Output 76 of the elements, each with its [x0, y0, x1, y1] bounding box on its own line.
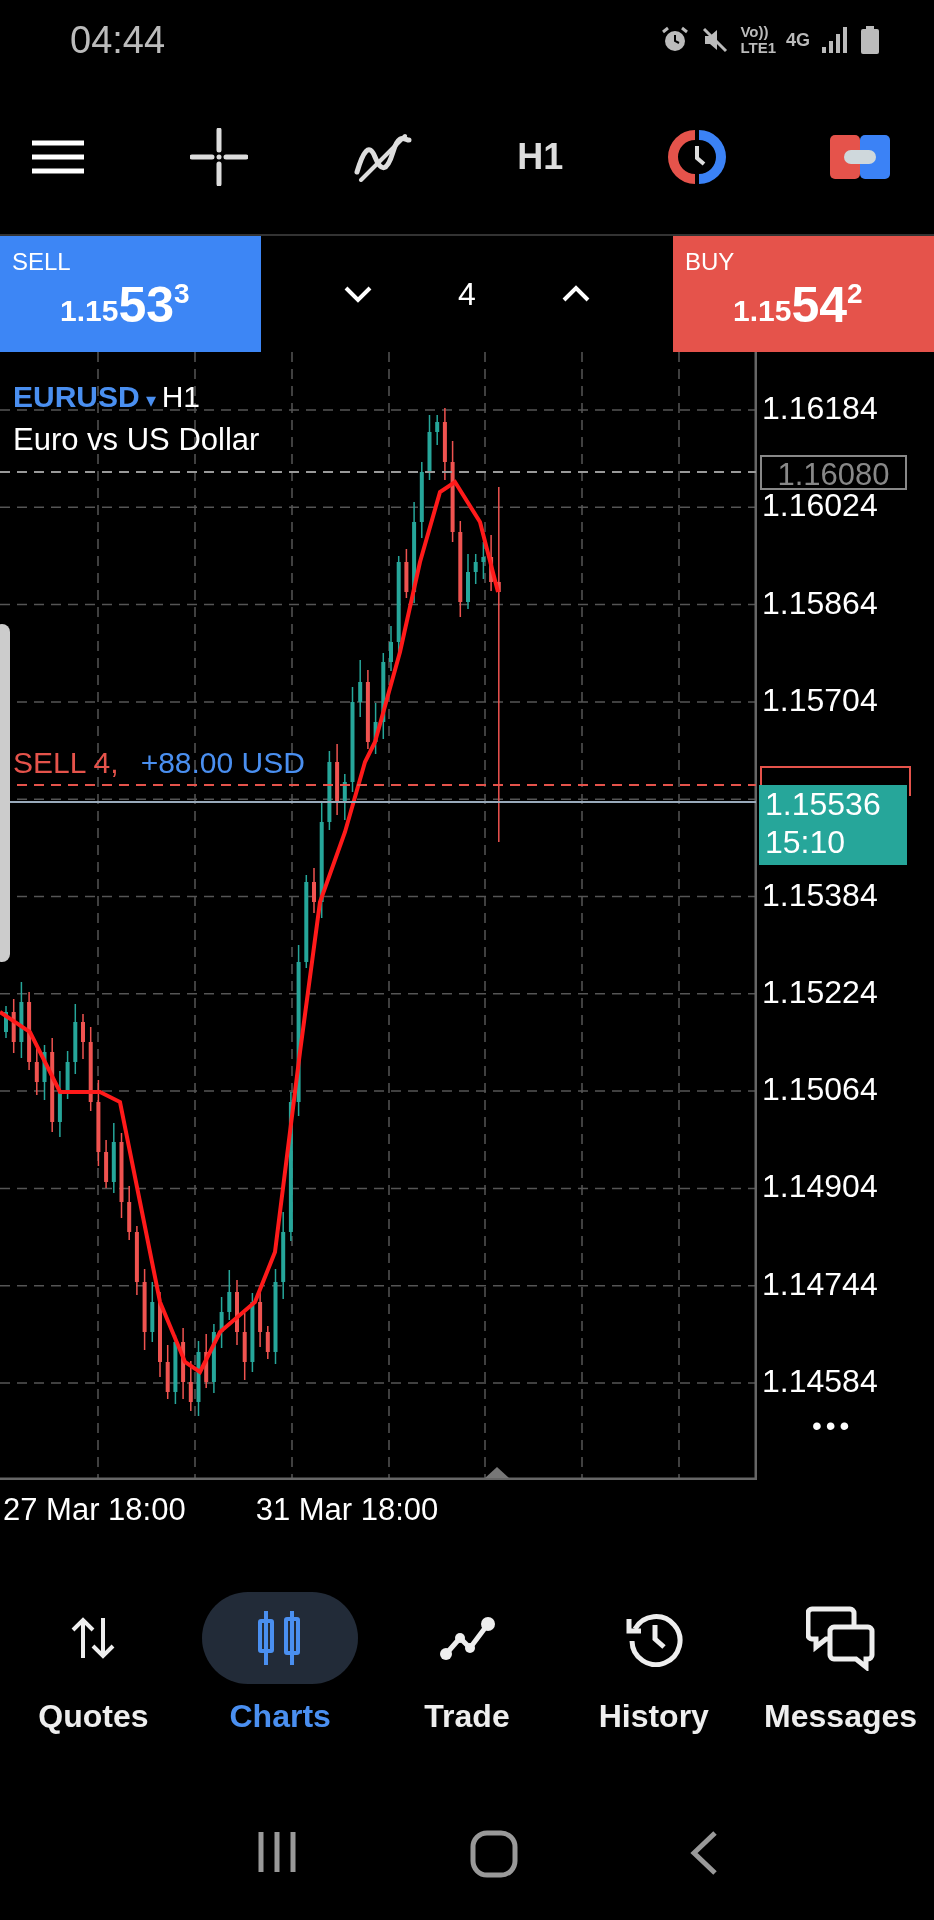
candle	[265, 1325, 270, 1360]
back-icon[interactable]	[688, 1830, 719, 1876]
messages-icon	[805, 1605, 876, 1671]
candle	[481, 541, 486, 580]
trade-toggle-icon[interactable]	[830, 135, 890, 179]
price-label: 1.15864	[762, 584, 878, 622]
stop-loss-price: 1.16080	[760, 455, 907, 490]
clock-icon[interactable]	[667, 128, 726, 186]
candle	[466, 553, 470, 610]
menu-icon[interactable]	[30, 139, 86, 175]
line-graph-icon	[438, 1614, 496, 1662]
more-button[interactable]: •••	[812, 1410, 854, 1442]
volume-value[interactable]: 4	[458, 275, 476, 313]
price-label: 1.14744	[762, 1265, 878, 1303]
home-icon[interactable]	[470, 1830, 518, 1878]
status-time: 04:44	[70, 18, 166, 62]
position-profit: +88.00 USD	[140, 746, 305, 780]
candle	[219, 1296, 224, 1349]
chart-timeframe: H1	[161, 380, 201, 414]
nav-tab[interactable]: History	[563, 1592, 744, 1780]
candle	[473, 553, 478, 585]
price-label: 1.15064	[762, 1071, 878, 1109]
nav-tab[interactable]: Quotes	[3, 1592, 184, 1780]
time-label: 27 Mar 18:00	[3, 1492, 186, 1528]
symbol-name[interactable]: EURUSD	[13, 380, 140, 414]
candle	[111, 1122, 116, 1194]
dropdown-glyph[interactable]: ▾	[145, 388, 156, 412]
decrease-volume-icon[interactable]	[343, 285, 374, 303]
candle	[188, 1360, 193, 1412]
price-label: 1.15384	[762, 876, 878, 914]
candle	[358, 659, 363, 718]
nav-tab[interactable]: Trade	[377, 1592, 557, 1780]
candle	[81, 1013, 85, 1060]
candle	[57, 1070, 62, 1138]
candle	[312, 867, 316, 914]
price-label: 1.14904	[762, 1168, 878, 1206]
candle	[4, 1005, 8, 1039]
price-label: 1.15704	[762, 681, 878, 719]
candle	[235, 1279, 239, 1346]
volte-label: Vo))	[740, 24, 770, 40]
candle	[211, 1323, 216, 1394]
scroll-marker-icon	[485, 1467, 509, 1478]
time-label: 31 Mar 18:00	[255, 1492, 439, 1528]
lte-label: LTE1	[740, 40, 776, 56]
candle	[165, 1344, 170, 1400]
indicator-icon[interactable]	[352, 132, 413, 182]
price-label: 1.14584	[762, 1363, 878, 1400]
current-price: 1.15536	[765, 785, 882, 823]
nav-tab[interactable]: Messages	[750, 1592, 931, 1780]
candle	[342, 773, 347, 821]
price-label: 1.16024	[762, 487, 878, 525]
battery-icon	[860, 25, 880, 55]
price-label: 1.15224	[762, 973, 878, 1011]
candle	[127, 1185, 132, 1241]
candle	[73, 1003, 78, 1075]
candle	[150, 1281, 155, 1343]
candle	[389, 625, 393, 672]
candle	[242, 1312, 247, 1381]
candle	[427, 414, 432, 481]
price-label: 1.16184	[762, 390, 878, 427]
bar-countdown: 15:10	[765, 823, 847, 861]
candle	[435, 414, 440, 446]
candle	[227, 1269, 232, 1321]
candle	[404, 548, 409, 599]
candle	[11, 998, 16, 1054]
nav-tab[interactable]: Charts	[190, 1592, 371, 1780]
position-side: SELL 4,	[13, 746, 119, 780]
signal-icon	[820, 25, 850, 55]
candle	[134, 1225, 139, 1296]
candle	[65, 1050, 70, 1100]
crosshair-icon[interactable]	[190, 128, 249, 186]
symbol-description: Euro vs US Dollar	[13, 422, 260, 458]
network-label: 4G	[786, 29, 810, 51]
candle	[104, 1139, 109, 1189]
increase-volume-icon[interactable]	[560, 285, 591, 303]
timeframe-button[interactable]: H1	[517, 136, 564, 178]
